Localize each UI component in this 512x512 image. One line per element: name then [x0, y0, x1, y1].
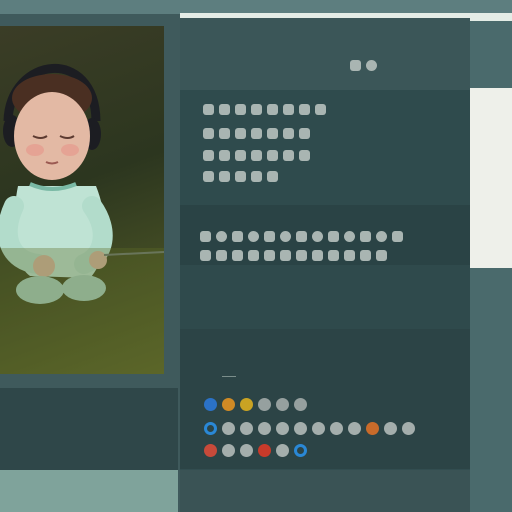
details-glyph	[264, 231, 275, 242]
panel-footer	[180, 470, 470, 512]
option-glyph[interactable]	[299, 150, 310, 161]
details-glyph	[232, 231, 243, 242]
gray-circle-icon[interactable]	[258, 398, 271, 411]
option-glyph[interactable]	[235, 150, 246, 161]
gray-icon[interactable]	[258, 422, 271, 435]
option-glyph[interactable]	[299, 104, 310, 115]
panel-section-actions	[180, 265, 470, 329]
share-divider	[222, 376, 236, 377]
blue-circle-icon[interactable]	[204, 398, 217, 411]
option-glyph[interactable]	[219, 104, 230, 115]
details-glyph	[344, 250, 355, 261]
details-glyph	[344, 231, 355, 242]
gray-circle-icon[interactable]	[222, 444, 235, 457]
option-row	[203, 171, 278, 182]
option-glyph[interactable]	[267, 104, 278, 115]
option-glyph[interactable]	[251, 171, 262, 182]
details-glyph	[328, 250, 339, 261]
option-row	[203, 128, 310, 139]
option-glyph[interactable]	[235, 104, 246, 115]
option-glyph[interactable]	[315, 104, 326, 115]
video-floor	[0, 248, 164, 374]
share-icons-row-2	[204, 422, 415, 435]
gray-circle-icon[interactable]	[294, 398, 307, 411]
option-glyph[interactable]	[283, 104, 294, 115]
left-lower-band	[0, 388, 178, 470]
gray-icon[interactable]	[294, 422, 307, 435]
header-controls	[350, 60, 377, 71]
option-glyph[interactable]	[219, 128, 230, 139]
details-glyph	[248, 231, 259, 242]
gray-icon[interactable]	[312, 422, 325, 435]
details-glyph	[296, 250, 307, 261]
option-glyph[interactable]	[219, 150, 230, 161]
details-glyph	[248, 250, 259, 261]
orange-circle-icon[interactable]	[222, 398, 235, 411]
details-row	[200, 250, 387, 261]
details-glyph	[392, 231, 403, 242]
option-glyph[interactable]	[251, 128, 262, 139]
option-glyph[interactable]	[203, 150, 214, 161]
details-glyph	[360, 231, 371, 242]
option-glyph[interactable]	[203, 128, 214, 139]
details-glyph	[216, 250, 227, 261]
gray-icon[interactable]	[348, 422, 361, 435]
details-glyph	[296, 231, 307, 242]
option-glyph[interactable]	[203, 104, 214, 115]
details-glyph	[280, 231, 291, 242]
yellow-circle-icon[interactable]	[240, 398, 253, 411]
gray-icon[interactable]	[222, 422, 235, 435]
left-bottom-area	[0, 470, 178, 512]
panel-header	[180, 18, 470, 90]
option-glyph[interactable]	[203, 171, 214, 182]
option-glyph[interactable]	[267, 128, 278, 139]
details-glyph	[216, 231, 227, 242]
details-glyph	[200, 231, 211, 242]
details-row	[200, 231, 403, 242]
option-glyph[interactable]	[267, 150, 278, 161]
red-circle-icon[interactable]	[204, 444, 217, 457]
gray-icon[interactable]	[402, 422, 415, 435]
gray-icon[interactable]	[240, 422, 253, 435]
option-row	[203, 150, 310, 161]
option-glyph[interactable]	[283, 150, 294, 161]
option-glyph[interactable]	[219, 171, 230, 182]
details-glyph	[200, 250, 211, 261]
details-glyph	[328, 231, 339, 242]
right-light-pane	[470, 88, 512, 268]
top-strip	[0, 0, 512, 14]
option-glyph[interactable]	[251, 150, 262, 161]
option-glyph[interactable]	[267, 171, 278, 182]
details-glyph	[312, 250, 323, 261]
gray-icon[interactable]	[276, 422, 289, 435]
blue-ring-icon[interactable]	[294, 444, 307, 457]
gray-circle-icon[interactable]	[276, 398, 289, 411]
share-icons-row-1	[204, 398, 307, 411]
gray-icon[interactable]	[330, 422, 343, 435]
option-glyph[interactable]	[283, 128, 294, 139]
orange-icon[interactable]	[366, 422, 379, 435]
gray-icon[interactable]	[384, 422, 397, 435]
details-glyph	[376, 250, 387, 261]
video-preview[interactable]	[0, 26, 164, 374]
option-glyph[interactable]	[235, 128, 246, 139]
option-row	[203, 104, 326, 115]
option-glyph[interactable]	[251, 104, 262, 115]
details-glyph	[360, 250, 371, 261]
gray-circle-icon[interactable]	[276, 444, 289, 457]
red-circle-icon[interactable]	[258, 444, 271, 457]
header-control-icon[interactable]	[350, 60, 361, 71]
details-glyph	[312, 231, 323, 242]
option-glyph[interactable]	[235, 171, 246, 182]
details-glyph	[264, 250, 275, 261]
share-icons-row-3	[204, 444, 307, 457]
gray-circle-icon[interactable]	[240, 444, 253, 457]
details-glyph	[280, 250, 291, 261]
blue-ring-icon[interactable]	[204, 422, 217, 435]
details-glyph	[232, 250, 243, 261]
details-glyph	[376, 231, 387, 242]
option-glyph[interactable]	[299, 128, 310, 139]
header-control-icon[interactable]	[366, 60, 377, 71]
